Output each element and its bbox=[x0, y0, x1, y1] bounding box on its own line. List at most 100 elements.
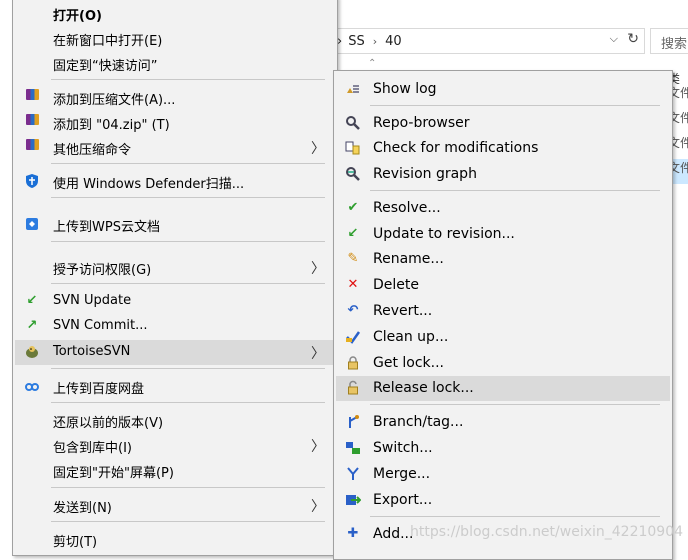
menu-item-label: Resolve... bbox=[373, 200, 441, 216]
svn-item-show-log[interactable]: Show log bbox=[336, 77, 670, 102]
release-lock-icon bbox=[345, 380, 361, 396]
menu-item-add-to-archive[interactable]: 添加到压缩文件(A)... bbox=[15, 85, 335, 110]
menu-item-label: 在新窗口中打开(E) bbox=[53, 34, 163, 49]
menu-item-label: 发送到(N) bbox=[53, 501, 112, 516]
switch-icon bbox=[345, 440, 361, 456]
baidu-netdisk-icon bbox=[24, 378, 40, 394]
address-bar[interactable]: › SS › 40 ⌵ ↻ bbox=[330, 28, 645, 54]
menu-item-label: 包含到库中(I) bbox=[53, 441, 132, 456]
menu-item-label: Rename... bbox=[373, 251, 444, 267]
column-sort-chevron-icon: ⌃ bbox=[368, 58, 377, 69]
menu-item-other-compress[interactable]: 其他压缩命令 〉 bbox=[15, 135, 335, 160]
winrar-icon bbox=[24, 139, 40, 155]
svn-item-branch-tag[interactable]: Branch/tag... bbox=[336, 410, 670, 435]
svn-item-rename[interactable]: ✎ Rename... bbox=[336, 247, 670, 272]
menu-item-label: Clean up... bbox=[373, 329, 449, 345]
export-icon bbox=[345, 492, 362, 508]
menu-divider bbox=[51, 79, 325, 80]
menu-item-pin-start[interactable]: 固定到"开始"屏幕(P) bbox=[15, 458, 335, 483]
menu-divider bbox=[51, 487, 325, 488]
chevron-right-icon: 〉 bbox=[311, 261, 325, 277]
menu-item-pin-quick-access[interactable]: 固定到“快速访问” bbox=[15, 51, 335, 76]
menu-item-open[interactable]: 打开(O) bbox=[15, 1, 335, 26]
svn-item-delete[interactable]: ✕ Delete bbox=[336, 273, 670, 298]
branch-tag-icon bbox=[345, 414, 361, 430]
svn-item-revert[interactable]: ↶ Revert... bbox=[336, 299, 670, 324]
menu-divider bbox=[51, 197, 325, 198]
menu-divider bbox=[51, 368, 325, 369]
svn-item-resolve[interactable]: ✔ Resolve... bbox=[336, 196, 670, 221]
delete-icon: ✕ bbox=[347, 277, 359, 292]
menu-item-label: Revision graph bbox=[373, 166, 477, 182]
breadcrumb-40[interactable]: 40 bbox=[385, 34, 402, 49]
chevron-right-icon: 〉 bbox=[311, 499, 325, 515]
menu-item-baidu-upload[interactable]: 上传到百度网盘 bbox=[15, 374, 335, 399]
menu-item-wps-upload[interactable]: 上传到WPS云文档 bbox=[15, 212, 335, 237]
svn-item-check-modifications[interactable]: Check for modifications bbox=[336, 136, 670, 161]
menu-divider bbox=[370, 404, 660, 405]
wps-cloud-icon bbox=[24, 216, 40, 232]
context-menu: 打开(O) 在新窗口中打开(E) 固定到“快速访问” 添加到压缩文件(A)...… bbox=[12, 0, 338, 556]
refresh-icon[interactable]: ↻ bbox=[627, 31, 639, 47]
add-icon: ✚ bbox=[347, 526, 359, 541]
svn-item-merge[interactable]: Merge... bbox=[336, 462, 670, 487]
search-input[interactable]: 搜索 bbox=[650, 28, 688, 54]
revision-graph-icon bbox=[345, 166, 361, 182]
menu-item-label: 添加到压缩文件(A)... bbox=[53, 93, 176, 108]
check-modifications-icon bbox=[345, 140, 361, 156]
menu-item-label: Merge... bbox=[373, 466, 431, 482]
menu-item-label: Check for modifications bbox=[373, 140, 539, 156]
breadcrumb-ss[interactable]: SS bbox=[348, 34, 365, 49]
defender-shield-icon bbox=[24, 173, 40, 189]
menu-divider bbox=[51, 521, 325, 522]
svn-item-repo-browser[interactable]: Repo-browser bbox=[336, 111, 670, 136]
menu-item-restore-versions[interactable]: 还原以前的版本(V) bbox=[15, 408, 335, 433]
menu-item-grant-access[interactable]: 授予访问权限(G) 〉 bbox=[15, 255, 335, 280]
menu-item-send-to[interactable]: 发送到(N) 〉 bbox=[15, 493, 335, 518]
menu-item-label: Show log bbox=[373, 81, 437, 97]
svn-item-release-lock[interactable]: Release lock... bbox=[336, 376, 670, 401]
menu-item-label: 添加到 "04.zip" (T) bbox=[53, 118, 170, 133]
merge-icon bbox=[345, 466, 361, 482]
menu-item-label: 上传到WPS云文档 bbox=[53, 220, 160, 235]
menu-item-defender-scan[interactable]: 使用 Windows Defender扫描... bbox=[15, 169, 335, 194]
menu-item-cut[interactable]: 剪切(T) bbox=[15, 527, 335, 552]
menu-item-add-to-zip[interactable]: 添加到 "04.zip" (T) bbox=[15, 110, 335, 135]
repo-browser-icon bbox=[345, 115, 361, 131]
menu-item-label: SVN Commit... bbox=[53, 318, 148, 333]
resolve-icon: ✔ bbox=[347, 200, 359, 215]
svn-item-switch[interactable]: Switch... bbox=[336, 436, 670, 461]
menu-item-tortoisesvn[interactable]: TortoiseSVN 〉 bbox=[15, 340, 335, 365]
chevron-right-icon: 〉 bbox=[311, 141, 325, 157]
svn-item-clean-up[interactable]: Clean up... bbox=[336, 325, 670, 350]
menu-item-label: Export... bbox=[373, 492, 433, 508]
svn-item-update-to-revision[interactable]: ↙ Update to revision... bbox=[336, 222, 670, 247]
svn-commit-icon: ↗ bbox=[26, 318, 38, 333]
breadcrumb-chevron-icon: › bbox=[372, 34, 378, 48]
menu-item-label: SVN Update bbox=[53, 293, 132, 308]
menu-item-label: 打开(O) bbox=[53, 9, 102, 24]
menu-item-label: 授予访问权限(G) bbox=[53, 263, 152, 278]
svn-item-get-lock[interactable]: Get lock... bbox=[336, 351, 670, 376]
menu-item-svn-update[interactable]: ↙ SVN Update bbox=[15, 289, 335, 314]
menu-divider bbox=[51, 163, 325, 164]
update-revision-icon: ↙ bbox=[347, 226, 359, 241]
menu-item-label: Release lock... bbox=[373, 380, 474, 396]
menu-item-label: 剪切(T) bbox=[53, 535, 98, 550]
rename-icon: ✎ bbox=[347, 251, 359, 266]
menu-item-label: TortoiseSVN bbox=[53, 344, 131, 359]
menu-item-open-new-window[interactable]: 在新窗口中打开(E) bbox=[15, 26, 335, 51]
menu-item-label: 其他压缩命令 bbox=[53, 143, 132, 158]
menu-item-svn-commit[interactable]: ↗ SVN Commit... bbox=[15, 314, 335, 339]
menu-item-label: Switch... bbox=[373, 440, 433, 456]
svn-item-revision-graph[interactable]: Revision graph bbox=[336, 162, 670, 187]
chevron-right-icon: 〉 bbox=[311, 439, 325, 455]
menu-item-include-library[interactable]: 包含到库中(I) 〉 bbox=[15, 433, 335, 458]
chevron-right-icon: 〉 bbox=[311, 346, 325, 362]
svn-item-export[interactable]: Export... bbox=[336, 488, 670, 513]
winrar-icon bbox=[24, 114, 40, 130]
tortoisesvn-icon bbox=[24, 344, 40, 360]
menu-item-label: 上传到百度网盘 bbox=[53, 382, 145, 397]
tortoisesvn-submenu: Show log Repo-browser Check for modifica… bbox=[333, 70, 673, 560]
address-dropdown-icon[interactable]: ⌵ bbox=[610, 32, 618, 46]
